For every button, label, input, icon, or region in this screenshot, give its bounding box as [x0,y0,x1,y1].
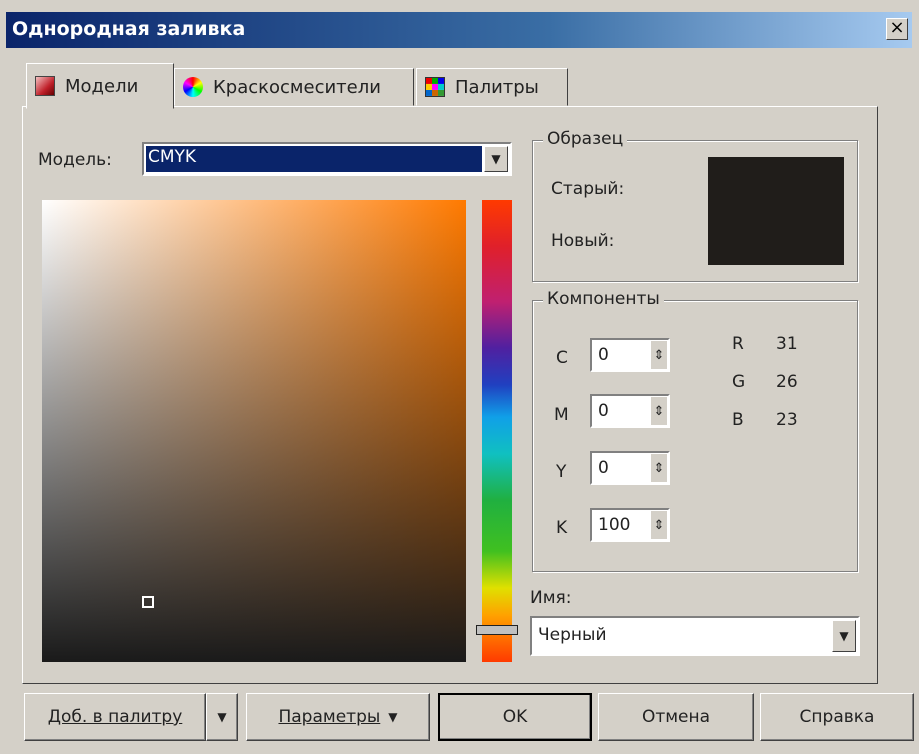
b-label: B [732,410,744,430]
c-label: C [556,348,568,368]
uniform-fill-dialog: Однородная заливка × Модели Краскосмесит… [0,0,919,754]
add-to-palette-label: Доб. в палитру [47,707,183,727]
r-label: R [732,334,744,354]
title-bar[interactable]: Однородная заливка × [6,12,912,48]
models-icon [35,76,55,96]
b-value: 23 [776,410,798,430]
cancel-label: Отмена [641,707,711,727]
color-swatch [708,157,844,265]
k-spinbox[interactable]: 100 ⇕ [590,508,670,542]
window-title: Однородная заливка [12,18,246,40]
y-value: 0 [598,458,609,478]
hue-slider-handle[interactable] [476,625,518,635]
spin-arrows-icon[interactable]: ⇕ [651,341,667,369]
palette-grid-icon [425,77,445,97]
components-group-title: Компоненты [543,289,664,309]
model-select-value: CMYK [148,147,197,167]
name-label: Имя: [530,588,572,608]
spin-arrows-icon[interactable]: ⇕ [651,454,667,482]
c-spinbox[interactable]: 0 ⇕ [590,338,670,372]
hue-slider[interactable] [476,200,518,662]
g-label: G [732,372,746,392]
old-color-label: Старый: [551,179,625,199]
sample-group-title: Образец [543,129,628,149]
m-spinbox[interactable]: 0 ⇕ [590,394,670,428]
ok-button[interactable]: OK [438,693,592,741]
cancel-button[interactable]: Отмена [598,693,754,741]
new-color-label: Новый: [551,231,615,251]
sample-group: Образец Старый: Новый: [532,129,858,282]
m-label: M [554,405,569,425]
help-button[interactable]: Справка [760,693,914,741]
params-label: Параметры [278,707,381,727]
color-wheel-icon [183,77,203,97]
tab-palettes-label: Палитры [455,76,539,98]
y-label: Y [556,462,567,482]
ok-label: OK [502,707,528,727]
picker-cursor[interactable] [142,596,154,608]
m-value: 0 [598,401,609,421]
spin-arrows-icon[interactable]: ⇕ [651,511,667,539]
y-spinbox[interactable]: 0 ⇕ [590,451,670,485]
name-select-value: Черный [538,625,607,645]
add-to-palette-button[interactable]: Доб. в палитру [24,693,206,741]
name-select[interactable]: Черный ▼ [530,616,860,656]
close-button[interactable]: × [886,18,908,40]
color-picker-square[interactable] [42,200,466,662]
k-value: 100 [598,515,631,535]
params-button[interactable]: Параметры ▼ [246,693,430,741]
tab-mixers[interactable]: Краскосмесители [174,68,414,106]
chevron-down-icon[interactable]: ▼ [832,620,856,652]
chevron-down-icon[interactable]: ▼ [484,146,508,172]
tab-palettes[interactable]: Палитры [416,68,568,106]
help-label: Справка [799,707,875,727]
add-to-palette-dropdown[interactable]: ▼ [206,693,238,741]
chevron-down-icon: ▼ [217,710,227,724]
tab-models[interactable]: Модели [26,63,174,109]
model-label: Модель: [38,150,112,170]
model-select[interactable]: CMYK ▼ [142,142,512,176]
tab-mixers-label: Краскосмесители [213,76,381,98]
k-label: K [556,518,568,538]
spin-arrows-icon[interactable]: ⇕ [651,397,667,425]
c-value: 0 [598,345,609,365]
g-value: 26 [776,372,798,392]
r-value: 31 [776,334,798,354]
tab-models-label: Модели [65,75,139,97]
chevron-down-icon: ▼ [388,710,398,724]
components-group: Компоненты [532,289,858,572]
